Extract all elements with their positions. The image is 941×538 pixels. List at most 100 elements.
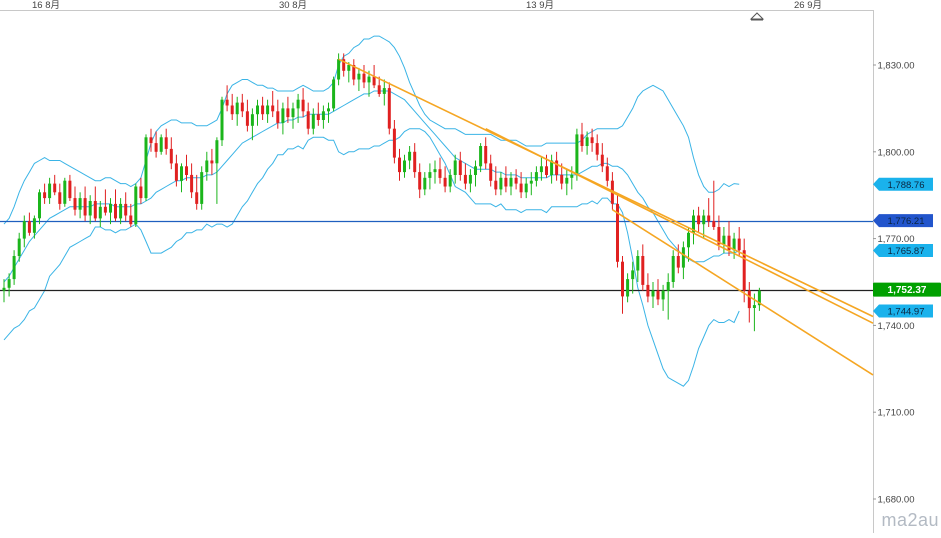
candle-body [539,166,543,173]
candle-body [134,186,138,225]
watermark: ma2au [881,510,939,530]
candle-body [494,180,498,190]
candle-body [722,235,726,245]
candle-body [27,221,31,233]
candle-body [291,108,295,118]
candle [159,134,163,155]
price-tag-label: 1,752.37 [888,285,927,296]
candle [220,96,224,146]
candle-body [687,232,690,248]
candle-body [235,102,239,115]
candle-body [276,111,280,123]
price-tag-current-price: 1,752.37 [873,282,941,297]
candle-body [180,166,183,181]
candle-body [509,177,513,187]
candle-body [377,85,381,94]
candle-body [48,183,52,199]
candle-body [306,111,310,129]
candle-body [671,256,675,282]
candle-body [519,183,523,193]
candle-body [489,163,493,181]
candle-body [245,111,249,126]
candle-body [159,137,163,152]
candle [63,177,67,207]
candle-body [382,88,386,94]
candle-body [225,99,229,106]
candle-body [174,163,178,181]
price-tag-label: 1,765.87 [888,246,925,257]
candle-body [12,256,16,280]
candle-body [651,290,655,297]
candle-body [392,128,396,158]
y-tick-label: 1,680.00 [878,495,915,506]
candle-body [230,105,234,115]
candle-body [362,73,366,83]
x-tick-label: 26 9月 [794,0,822,11]
candle-body [93,201,97,219]
candle-body [453,160,457,175]
candle-body [590,137,594,144]
candle-body [707,215,711,222]
candle-body [681,247,685,268]
x-tick-label: 16 8月 [32,0,60,11]
candle-body [555,160,559,175]
candle-body [139,186,143,199]
candle-body [195,192,199,204]
candle [332,76,336,112]
candle-body [433,169,437,173]
x-tick-label: 30 8月 [279,0,307,11]
candle-body [534,172,538,181]
candle-body [398,157,401,173]
candle-body [2,287,6,291]
price-tag-middle-band: 1,765.87 [873,244,933,257]
candle [616,195,619,268]
candle-body [17,238,21,256]
candle-body [261,105,265,115]
candle-body [676,256,680,268]
candle-body [38,192,41,219]
candle-body [641,256,645,285]
candle-body [256,105,259,115]
candle-body [580,134,584,146]
candle-body [408,151,412,161]
candle-body [154,143,158,152]
candle-body [514,177,518,184]
candle-body [600,154,604,167]
candle-body [636,256,640,271]
candle-body [53,183,57,193]
candle-body [58,192,62,204]
candle-body [463,174,467,184]
candle-body [266,105,270,115]
chart-container: 16 8月 30 8月 13 9月 26 9月 1,830.00 1,800.00… [0,0,941,533]
candle-body [109,203,112,213]
candle-body [240,102,244,112]
candle [144,134,148,201]
candle-body [423,177,427,190]
candle-body [190,174,194,193]
price-tag-label: 1,776.21 [888,216,925,227]
y-tick-label: 1,800.00 [878,147,915,158]
y-tick-label: 1,740.00 [878,321,915,332]
candle-body [742,250,746,291]
candle-body [124,203,128,216]
candle-body [281,108,285,123]
candlestick-chart: 16 8月 30 8月 13 9月 26 9月 1,830.00 1,800.00… [0,0,941,533]
candle-body [428,172,432,178]
candle-body [316,114,320,120]
candle-body [752,305,756,308]
candle-body [83,198,87,216]
x-tick-label: 13 9月 [526,0,554,11]
candle-body [337,59,341,80]
candle-body [215,140,219,164]
candle-body [327,108,330,112]
candle-body [545,166,548,175]
candle-body [474,166,477,175]
candle-body [403,160,406,173]
candle-body [185,166,188,175]
candle-body [200,172,204,204]
candle-body [479,146,483,167]
price-tag-support-level: 1,776.21 [873,214,933,228]
candle-body [570,174,574,178]
candle-body [68,180,72,199]
candle-body [529,180,533,184]
